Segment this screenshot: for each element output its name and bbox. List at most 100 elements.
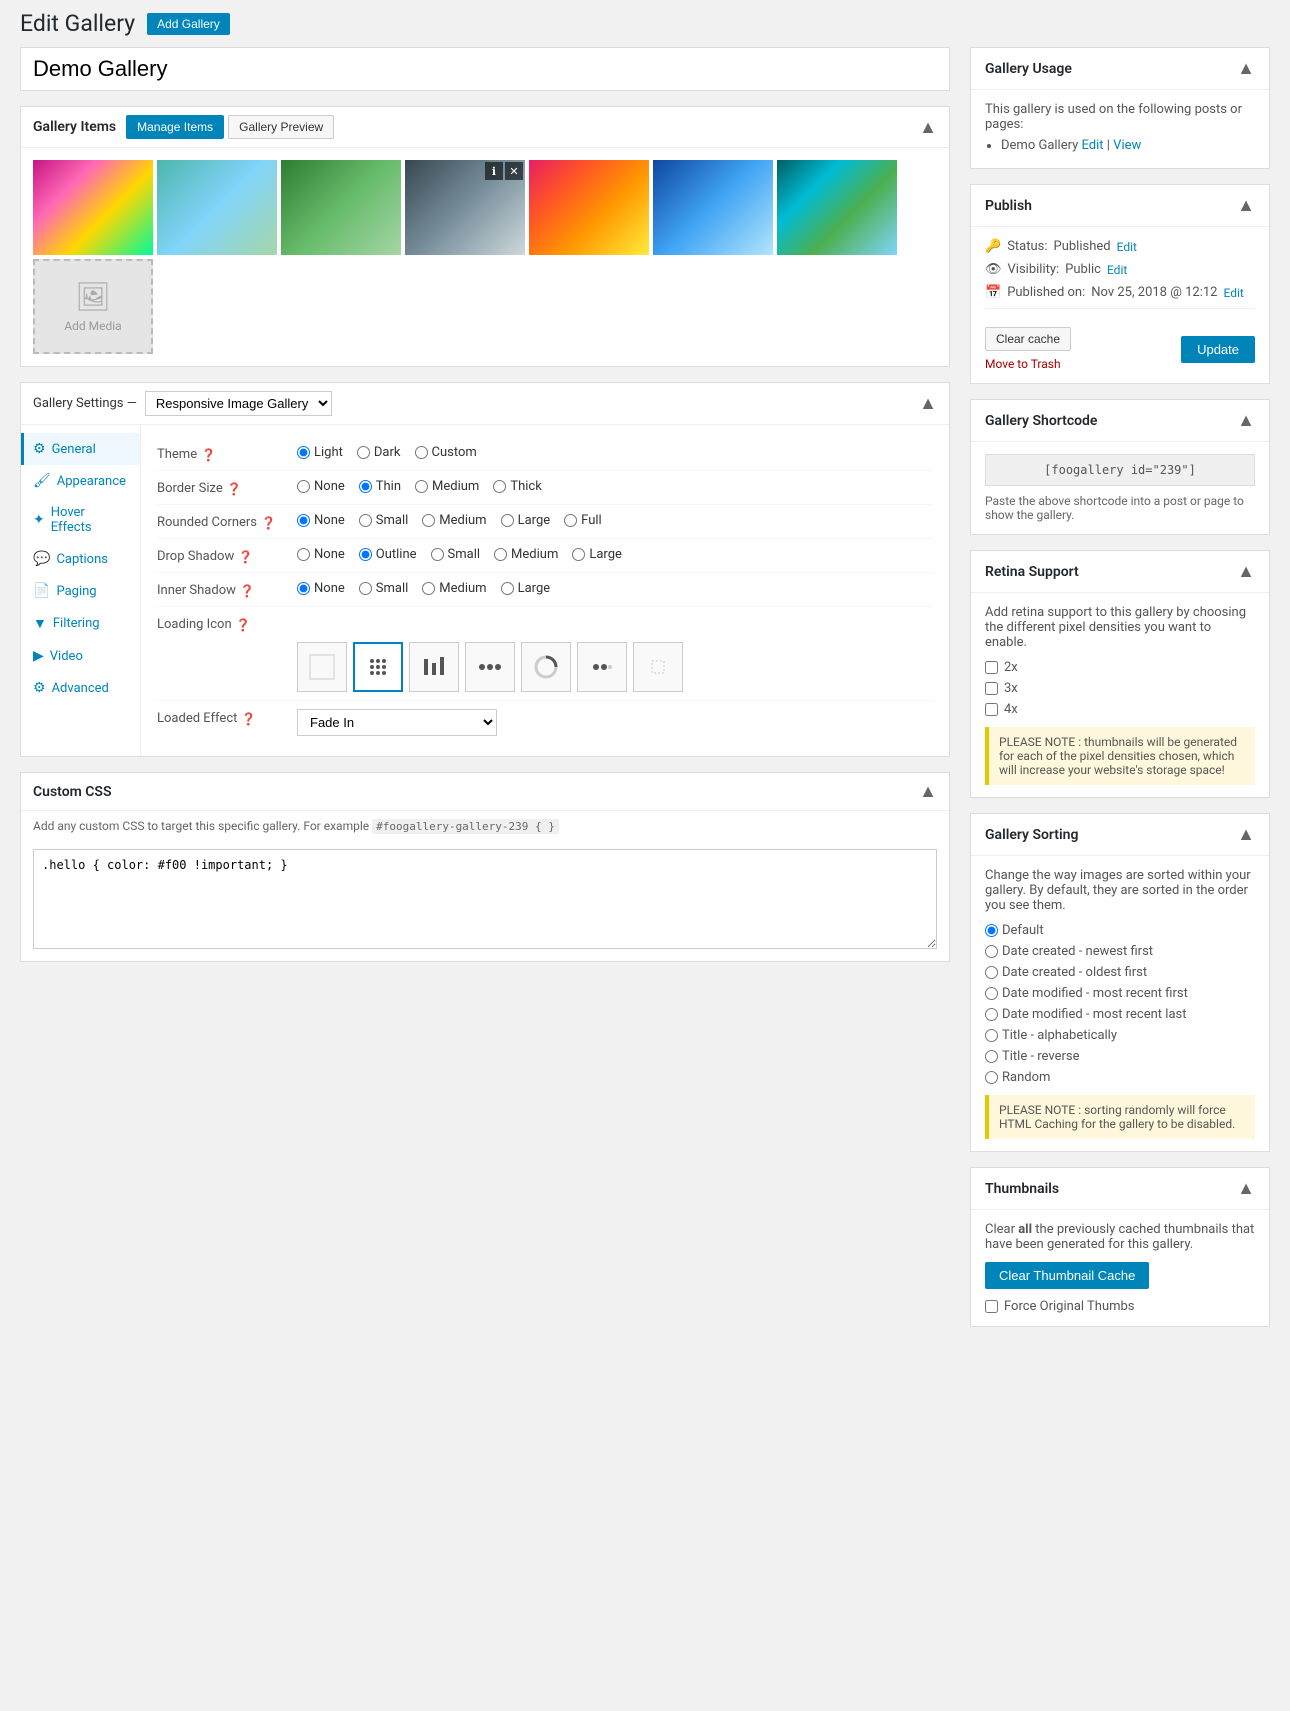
loading-icon-dots-grid[interactable]	[353, 642, 403, 692]
gallery-item[interactable]	[777, 160, 897, 255]
force-original-checkbox[interactable]	[985, 1300, 998, 1313]
manage-items-tab[interactable]: Manage Items	[126, 115, 224, 139]
gallery-name-input[interactable]	[20, 47, 950, 91]
shortcode-box[interactable]: [foogallery id="239"]	[985, 454, 1255, 486]
retina-4x-checkbox[interactable]	[985, 703, 998, 716]
update-button[interactable]: Update	[1181, 336, 1255, 363]
visibility-edit-link[interactable]: Edit	[1107, 263, 1127, 277]
nav-item-filtering[interactable]: ▼ Filtering	[21, 607, 140, 640]
gallery-settings-toggle[interactable]: ▲	[919, 393, 937, 414]
gallery-shortcode-toggle[interactable]: ▲	[1237, 410, 1255, 431]
gallery-item[interactable]	[281, 160, 401, 255]
sort-title-alpha-radio[interactable]	[985, 1029, 998, 1042]
nav-item-video[interactable]: ▶ Video	[21, 640, 140, 672]
border-thick-option[interactable]: Thick	[493, 479, 541, 494]
custom-css-textarea[interactable]: .hello { color: #f00 !important; }	[33, 849, 937, 949]
sort-date-newest-option[interactable]: Date created - newest first	[985, 944, 1255, 959]
drop-none-option[interactable]: None	[297, 547, 345, 562]
inner-large-option[interactable]: Large	[501, 581, 551, 596]
sort-title-alpha-option[interactable]: Title - alphabetically	[985, 1028, 1255, 1043]
drop-small-radio[interactable]	[431, 548, 444, 561]
theme-custom-option[interactable]: Custom	[415, 445, 477, 460]
nav-item-hover[interactable]: ✦ Hover Effects	[21, 497, 140, 543]
gallery-item[interactable]	[157, 160, 277, 255]
sort-title-reverse-radio[interactable]	[985, 1050, 998, 1063]
inner-none-option[interactable]: None	[297, 581, 345, 596]
inner-small-option[interactable]: Small	[359, 581, 409, 596]
theme-dark-radio[interactable]	[357, 446, 370, 459]
status-edit-link[interactable]: Edit	[1117, 240, 1137, 254]
nav-item-captions[interactable]: 💬 Captions	[21, 543, 140, 575]
drop-outline-radio[interactable]	[359, 548, 372, 561]
sort-date-oldest-option[interactable]: Date created - oldest first	[985, 965, 1255, 980]
gallery-edit-link[interactable]: Edit	[1082, 138, 1104, 153]
sort-modified-recent-option[interactable]: Date modified - most recent first	[985, 986, 1255, 1001]
gallery-usage-toggle[interactable]: ▲	[1237, 58, 1255, 79]
loading-icon-minimal[interactable]	[633, 642, 683, 692]
loading-icon-spinner[interactable]	[521, 642, 571, 692]
retina-2x-checkbox[interactable]	[985, 661, 998, 674]
border-thin-radio[interactable]	[359, 480, 372, 493]
border-medium-option[interactable]: Medium	[415, 479, 479, 494]
publish-toggle[interactable]: ▲	[1237, 195, 1255, 216]
gallery-item[interactable]	[33, 160, 153, 255]
thumbnails-toggle[interactable]: ▲	[1237, 1178, 1255, 1199]
drop-none-radio[interactable]	[297, 548, 310, 561]
thumb-info-button[interactable]: ℹ	[485, 162, 503, 180]
sort-default-radio[interactable]	[985, 924, 998, 937]
nav-item-paging[interactable]: 📄 Paging	[21, 575, 140, 607]
sort-date-newest-radio[interactable]	[985, 945, 998, 958]
rounded-small-radio[interactable]	[359, 514, 372, 527]
drop-medium-radio[interactable]	[494, 548, 507, 561]
rounded-none-radio[interactable]	[297, 514, 310, 527]
loading-icon-dots-two[interactable]	[577, 642, 627, 692]
rounded-medium-radio[interactable]	[422, 514, 435, 527]
border-thick-radio[interactable]	[493, 480, 506, 493]
border-none-option[interactable]: None	[297, 479, 345, 494]
nav-item-general[interactable]: ⚙ General	[21, 433, 140, 465]
rounded-large-radio[interactable]	[501, 514, 514, 527]
clear-cache-button[interactable]: Clear cache	[985, 327, 1071, 351]
loading-icon-blank[interactable]	[297, 642, 347, 692]
nav-item-advanced[interactable]: ⚙ Advanced	[21, 672, 140, 704]
retina-3x-option[interactable]: 3x	[985, 681, 1255, 696]
gallery-item[interactable]	[529, 160, 649, 255]
rounded-none-option[interactable]: None	[297, 513, 345, 528]
retina-3x-checkbox[interactable]	[985, 682, 998, 695]
retina-2x-option[interactable]: 2x	[985, 660, 1255, 675]
inner-large-radio[interactable]	[501, 582, 514, 595]
published-edit-link[interactable]: Edit	[1223, 286, 1243, 300]
sort-modified-recent-radio[interactable]	[985, 987, 998, 1000]
border-thin-option[interactable]: Thin	[359, 479, 401, 494]
drop-outline-option[interactable]: Outline	[359, 547, 417, 562]
retina-4x-option[interactable]: 4x	[985, 702, 1255, 717]
inner-medium-option[interactable]: Medium	[422, 581, 486, 596]
inner-small-radio[interactable]	[359, 582, 372, 595]
drop-large-option[interactable]: Large	[572, 547, 622, 562]
border-medium-radio[interactable]	[415, 480, 428, 493]
custom-css-toggle[interactable]: ▲	[919, 781, 937, 802]
theme-light-option[interactable]: Light	[297, 445, 343, 460]
sort-modified-last-option[interactable]: Date modified - most recent last	[985, 1007, 1255, 1022]
border-none-radio[interactable]	[297, 480, 310, 493]
rounded-full-radio[interactable]	[564, 514, 577, 527]
sort-random-radio[interactable]	[985, 1071, 998, 1084]
gallery-items-toggle[interactable]: ▲	[919, 117, 937, 138]
sort-random-option[interactable]: Random	[985, 1070, 1255, 1085]
gallery-sorting-toggle[interactable]: ▲	[1237, 824, 1255, 845]
clear-thumbnail-cache-button[interactable]: Clear Thumbnail Cache	[985, 1262, 1149, 1289]
gallery-item[interactable]: ℹ ✕	[405, 160, 525, 255]
loaded-effect-select[interactable]: Fade In Slide Up Slide Down Zoom In None	[297, 709, 497, 736]
rounded-small-option[interactable]: Small	[359, 513, 409, 528]
gallery-view-link[interactable]: View	[1113, 138, 1141, 153]
thumb-delete-button[interactable]: ✕	[505, 162, 523, 180]
move-to-trash-link[interactable]: Move to Trash	[985, 357, 1071, 371]
nav-item-appearance[interactable]: 🖌 Appearance	[21, 465, 140, 497]
sort-default-option[interactable]: Default	[985, 923, 1255, 938]
loading-icon-dots-line[interactable]	[465, 642, 515, 692]
theme-dark-option[interactable]: Dark	[357, 445, 401, 460]
sort-title-reverse-option[interactable]: Title - reverse	[985, 1049, 1255, 1064]
inner-medium-radio[interactable]	[422, 582, 435, 595]
rounded-medium-option[interactable]: Medium	[422, 513, 486, 528]
rounded-large-option[interactable]: Large	[501, 513, 551, 528]
